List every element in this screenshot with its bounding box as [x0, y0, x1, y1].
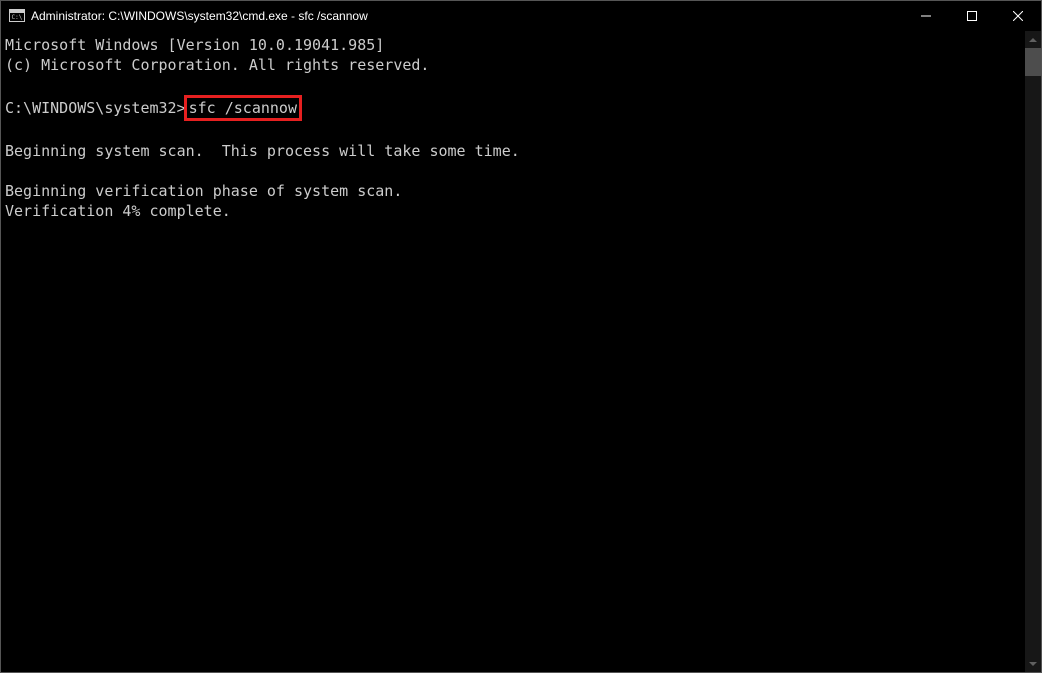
maximize-button[interactable] — [949, 1, 995, 31]
minimize-icon — [921, 11, 931, 21]
scroll-down-button[interactable] — [1025, 655, 1041, 672]
output-line: Microsoft Windows [Version 10.0.19041.98… — [5, 35, 1021, 55]
minimize-button[interactable] — [903, 1, 949, 31]
terminal-body: Microsoft Windows [Version 10.0.19041.98… — [1, 31, 1041, 672]
blank-line — [5, 161, 1021, 181]
prompt-line: C:\WINDOWS\system32>sfc /scannow — [5, 95, 1021, 121]
cmd-icon: C:\ — [9, 8, 25, 24]
output-line: Beginning system scan. This process will… — [5, 141, 1021, 161]
scroll-up-button[interactable] — [1025, 31, 1041, 48]
chevron-up-icon — [1029, 38, 1037, 42]
scroll-track[interactable] — [1025, 48, 1041, 655]
window-controls — [903, 1, 1041, 31]
blank-line — [5, 121, 1021, 141]
maximize-icon — [967, 11, 977, 21]
cmd-window: C:\ Administrator: C:\WINDOWS\system32\c… — [0, 0, 1042, 673]
output-line: (c) Microsoft Corporation. All rights re… — [5, 55, 1021, 75]
titlebar[interactable]: C:\ Administrator: C:\WINDOWS\system32\c… — [1, 1, 1041, 31]
output-line: Beginning verification phase of system s… — [5, 181, 1021, 201]
blank-line — [5, 75, 1021, 95]
close-icon — [1013, 11, 1023, 21]
window-title: Administrator: C:\WINDOWS\system32\cmd.e… — [31, 9, 903, 23]
terminal-output[interactable]: Microsoft Windows [Version 10.0.19041.98… — [1, 31, 1025, 672]
svg-text:C:\: C:\ — [12, 14, 23, 21]
vertical-scrollbar[interactable] — [1025, 31, 1041, 672]
command-text: sfc /scannow — [189, 99, 297, 117]
output-line: Verification 4% complete. — [5, 201, 1021, 221]
close-button[interactable] — [995, 1, 1041, 31]
chevron-down-icon — [1029, 662, 1037, 666]
scroll-thumb[interactable] — [1025, 48, 1041, 76]
command-highlight: sfc /scannow — [184, 95, 302, 121]
prompt-text: C:\WINDOWS\system32> — [5, 99, 186, 117]
